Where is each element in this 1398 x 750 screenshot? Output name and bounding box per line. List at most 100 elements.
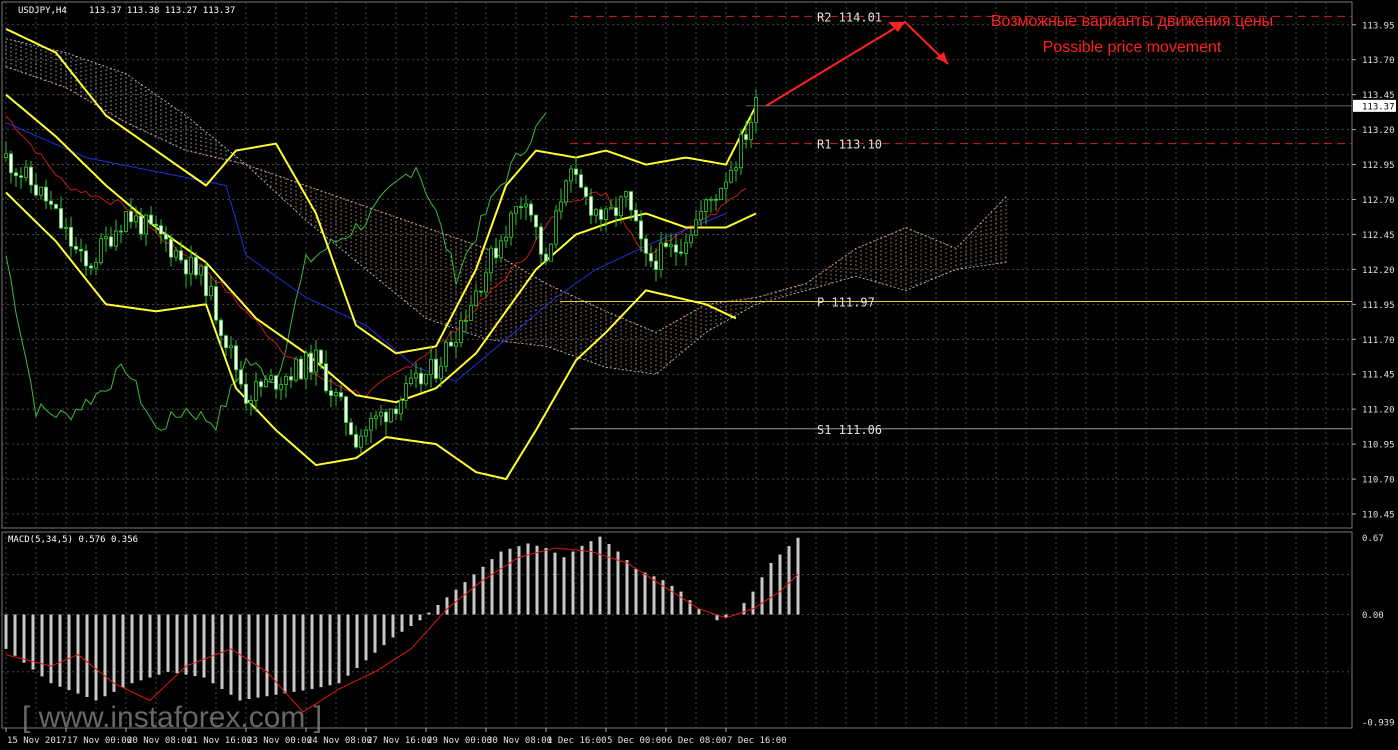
time-tick-label: 1 Dec 16:00 xyxy=(547,736,607,746)
price-tick-label: 113.95 xyxy=(1362,21,1395,31)
candle-body xyxy=(659,242,664,270)
candle-body xyxy=(699,211,704,221)
candle-body xyxy=(223,335,228,349)
candle-body xyxy=(203,265,208,297)
candle-body xyxy=(433,358,438,379)
price-tick-label: 112.20 xyxy=(1362,266,1395,276)
candle-body xyxy=(503,236,508,242)
candle-body xyxy=(674,244,679,253)
candle-body xyxy=(709,198,714,201)
candle-body xyxy=(138,215,143,235)
candle-body xyxy=(99,238,104,263)
annotation-english: Possible price movement xyxy=(1043,39,1222,56)
candle-body xyxy=(498,240,503,259)
candle-body xyxy=(649,252,654,262)
candle-body xyxy=(213,286,218,321)
candle-body xyxy=(398,399,403,415)
candle-body xyxy=(378,411,383,417)
time-tick-label: 6 Dec 08:00 xyxy=(667,736,727,746)
candle-body xyxy=(258,381,263,388)
candle-body xyxy=(128,211,133,223)
price-tick-label: 112.70 xyxy=(1362,196,1395,206)
candle-body xyxy=(689,234,694,244)
candle-body xyxy=(468,304,473,321)
candle-body xyxy=(243,383,248,404)
candle-body xyxy=(263,379,268,388)
time-tick-label: 15 Nov 2017 xyxy=(7,736,67,746)
candle-body xyxy=(493,247,498,259)
candle-body xyxy=(554,210,559,245)
candle-body xyxy=(539,226,544,255)
candle-body xyxy=(79,248,84,252)
candle-body xyxy=(23,166,28,178)
candle-body xyxy=(28,166,33,186)
candle-body xyxy=(293,358,298,381)
candle-body xyxy=(478,290,483,293)
candle-body xyxy=(408,377,413,385)
candle-body xyxy=(353,434,358,448)
candle-body xyxy=(218,319,223,337)
candle-body xyxy=(124,211,129,232)
candle-body xyxy=(74,245,79,250)
candle-body xyxy=(278,384,283,390)
candle-body xyxy=(574,168,579,176)
candle-body xyxy=(114,230,119,247)
candle-body xyxy=(358,435,363,448)
candle-body xyxy=(288,376,293,381)
candle-body xyxy=(89,265,94,269)
candle-body xyxy=(448,341,453,347)
candle-body xyxy=(183,259,188,275)
annotation-russian: Возможные варианты движения цены xyxy=(991,13,1273,30)
candle-body xyxy=(368,418,373,431)
price-tick-label: 112.95 xyxy=(1362,161,1395,171)
candle-body xyxy=(443,341,448,367)
candle-body xyxy=(423,373,428,385)
candle-body xyxy=(549,243,554,262)
candle-body xyxy=(664,242,669,248)
level-label-s1: S1 111.06 xyxy=(817,423,882,437)
candle-body xyxy=(313,349,318,373)
price-tick-label: 111.70 xyxy=(1362,336,1395,346)
candle-body xyxy=(413,372,418,379)
chart-background xyxy=(0,0,1398,750)
candle-body xyxy=(233,345,238,371)
candle-body xyxy=(94,262,99,269)
candle-body xyxy=(143,214,148,235)
usdjpy-h4-chart[interactable]: R2 114.01 R1 113.10 P 111.97 S1 111.06 110.… xyxy=(0,0,1398,750)
candle-body xyxy=(208,286,213,297)
candle-body xyxy=(188,256,193,275)
candle-body xyxy=(463,320,468,322)
candle-body xyxy=(44,186,49,202)
candle-body xyxy=(559,201,564,212)
symbol-header: USDJPY,H4 xyxy=(18,6,67,16)
price-tick-label: 110.95 xyxy=(1362,441,1395,451)
level-label-r2: R2 114.01 xyxy=(817,10,882,24)
candle-body xyxy=(729,169,734,183)
candle-body xyxy=(684,242,689,254)
candle-body xyxy=(59,208,64,229)
candle-body xyxy=(619,196,624,216)
candle-body xyxy=(303,352,308,380)
candle-body xyxy=(343,396,348,423)
candle-body xyxy=(458,320,463,343)
candle-body xyxy=(4,153,9,158)
candle-body xyxy=(724,181,729,189)
price-tick-label: 110.70 xyxy=(1362,476,1395,486)
price-tick-label: 113.20 xyxy=(1362,126,1395,136)
candle-body xyxy=(119,230,124,233)
candle-body xyxy=(328,390,333,396)
candle-body xyxy=(198,265,203,276)
time-tick-label: 24 Nov 08:00 xyxy=(307,736,372,746)
candle-body xyxy=(629,191,634,211)
candle-body xyxy=(589,196,594,216)
candle-body xyxy=(599,209,604,220)
candle-body xyxy=(173,250,178,258)
candle-body xyxy=(153,223,158,227)
candle-body xyxy=(383,411,388,423)
candle-body xyxy=(323,363,328,392)
candle-body xyxy=(569,168,574,182)
candle-body xyxy=(544,253,549,262)
candle-body xyxy=(624,191,629,198)
candle-body xyxy=(634,209,639,222)
candle-body xyxy=(714,198,719,201)
